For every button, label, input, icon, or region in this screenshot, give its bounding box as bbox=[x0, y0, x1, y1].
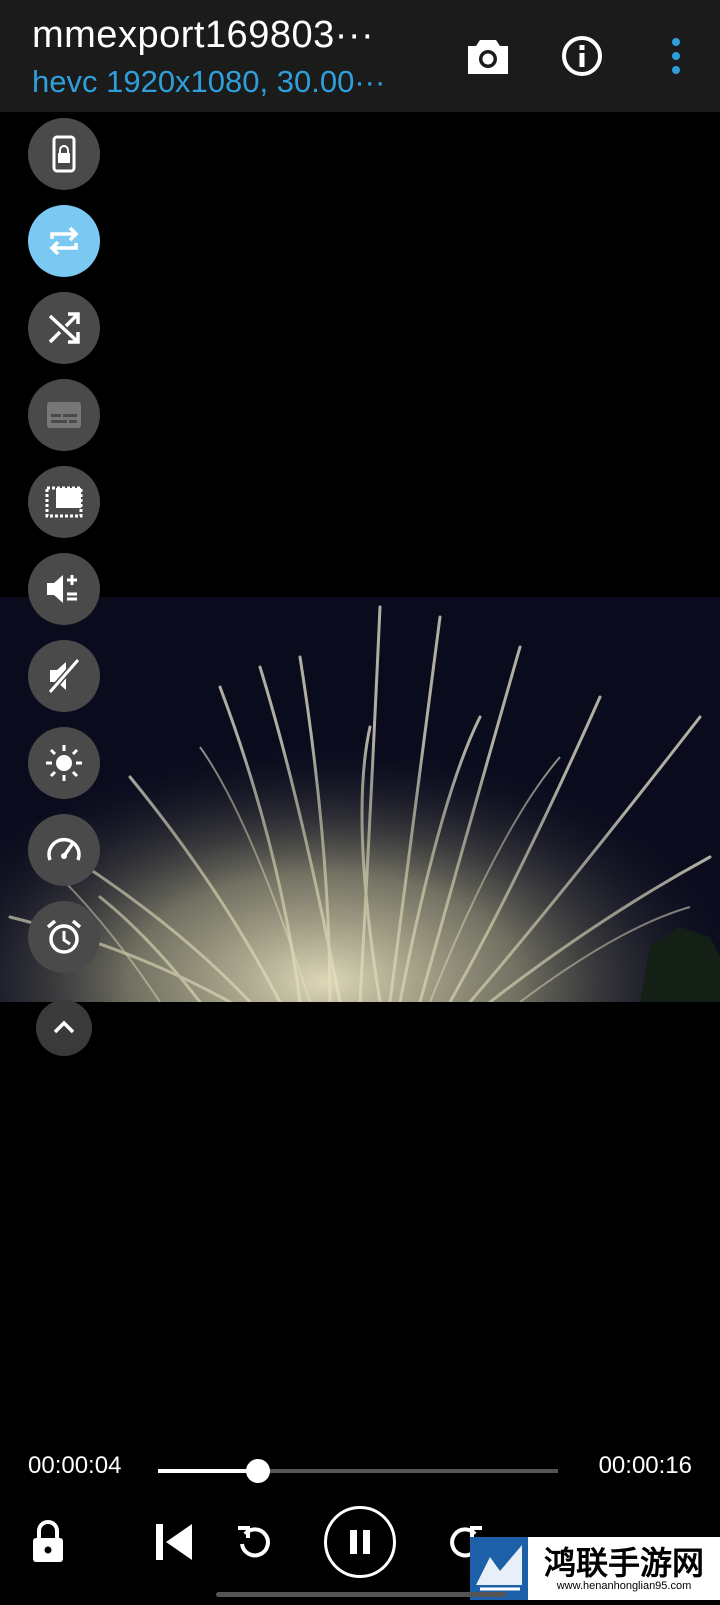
rewind-button[interactable] bbox=[228, 1516, 280, 1568]
volume-boost-button[interactable] bbox=[28, 553, 100, 625]
subtitles-button[interactable] bbox=[28, 379, 100, 451]
top-bar: mmexport169803··· hevc 1920x1080, 30.00·… bbox=[0, 0, 720, 112]
watermark-title: 鸿联手游网 bbox=[543, 1543, 704, 1582]
repeat-icon bbox=[49, 226, 79, 256]
volume-boost-icon bbox=[47, 575, 77, 603]
lock-icon bbox=[33, 1520, 63, 1562]
video-info: hevc 1920x1080, 30.00··· bbox=[32, 64, 386, 99]
chevron-up-icon bbox=[53, 1020, 75, 1034]
video-frame[interactable] bbox=[0, 597, 720, 1002]
aspect-ratio-button[interactable] bbox=[28, 466, 100, 538]
video-title: mmexport169803··· bbox=[32, 14, 375, 56]
seek-progress bbox=[158, 1469, 258, 1473]
lock-button[interactable] bbox=[24, 1512, 72, 1572]
sleep-timer-button[interactable] bbox=[28, 901, 100, 973]
speed-icon bbox=[47, 837, 81, 861]
brightness-button[interactable] bbox=[28, 727, 100, 799]
sleep-timer-icon bbox=[46, 919, 82, 954]
seek-thumb[interactable] bbox=[246, 1459, 270, 1483]
camera-icon bbox=[468, 40, 508, 74]
site-watermark: 鸿联手游网 www.henanhonglian95.com bbox=[470, 1537, 720, 1600]
collapse-controls-button[interactable] bbox=[36, 1000, 92, 1056]
shuffle-icon bbox=[48, 312, 80, 344]
screenshot-button[interactable] bbox=[462, 30, 514, 82]
shuffle-button[interactable] bbox=[28, 292, 100, 364]
fireworks-image bbox=[0, 597, 720, 1002]
speed-button[interactable] bbox=[28, 814, 100, 886]
info-button[interactable] bbox=[556, 30, 608, 82]
current-time: 00:00:04 bbox=[28, 1452, 122, 1479]
screen-lock-button[interactable] bbox=[28, 118, 100, 190]
subtitles-icon bbox=[47, 402, 81, 428]
more-options-button[interactable] bbox=[650, 30, 702, 82]
skip-previous-icon bbox=[156, 1524, 192, 1560]
previous-button[interactable] bbox=[148, 1516, 200, 1568]
brightness-icon bbox=[46, 745, 82, 781]
watermark-url: www.henanhonglian95.com bbox=[556, 1579, 692, 1592]
replay-icon bbox=[238, 1526, 270, 1558]
mute-icon bbox=[47, 658, 81, 694]
repeat-button[interactable] bbox=[28, 205, 100, 277]
mute-button[interactable] bbox=[28, 640, 100, 712]
more-vert-icon bbox=[672, 38, 680, 74]
gesture-nav-bar[interactable] bbox=[216, 1592, 506, 1597]
aspect-ratio-icon bbox=[45, 486, 83, 518]
pause-button[interactable] bbox=[324, 1506, 396, 1578]
watermark-logo bbox=[470, 1537, 528, 1600]
seek-bar[interactable] bbox=[158, 1459, 558, 1483]
screen-lock-icon bbox=[52, 135, 76, 173]
total-time: 00:00:16 bbox=[598, 1452, 692, 1479]
info-icon bbox=[562, 36, 602, 76]
pause-icon bbox=[350, 1530, 370, 1554]
